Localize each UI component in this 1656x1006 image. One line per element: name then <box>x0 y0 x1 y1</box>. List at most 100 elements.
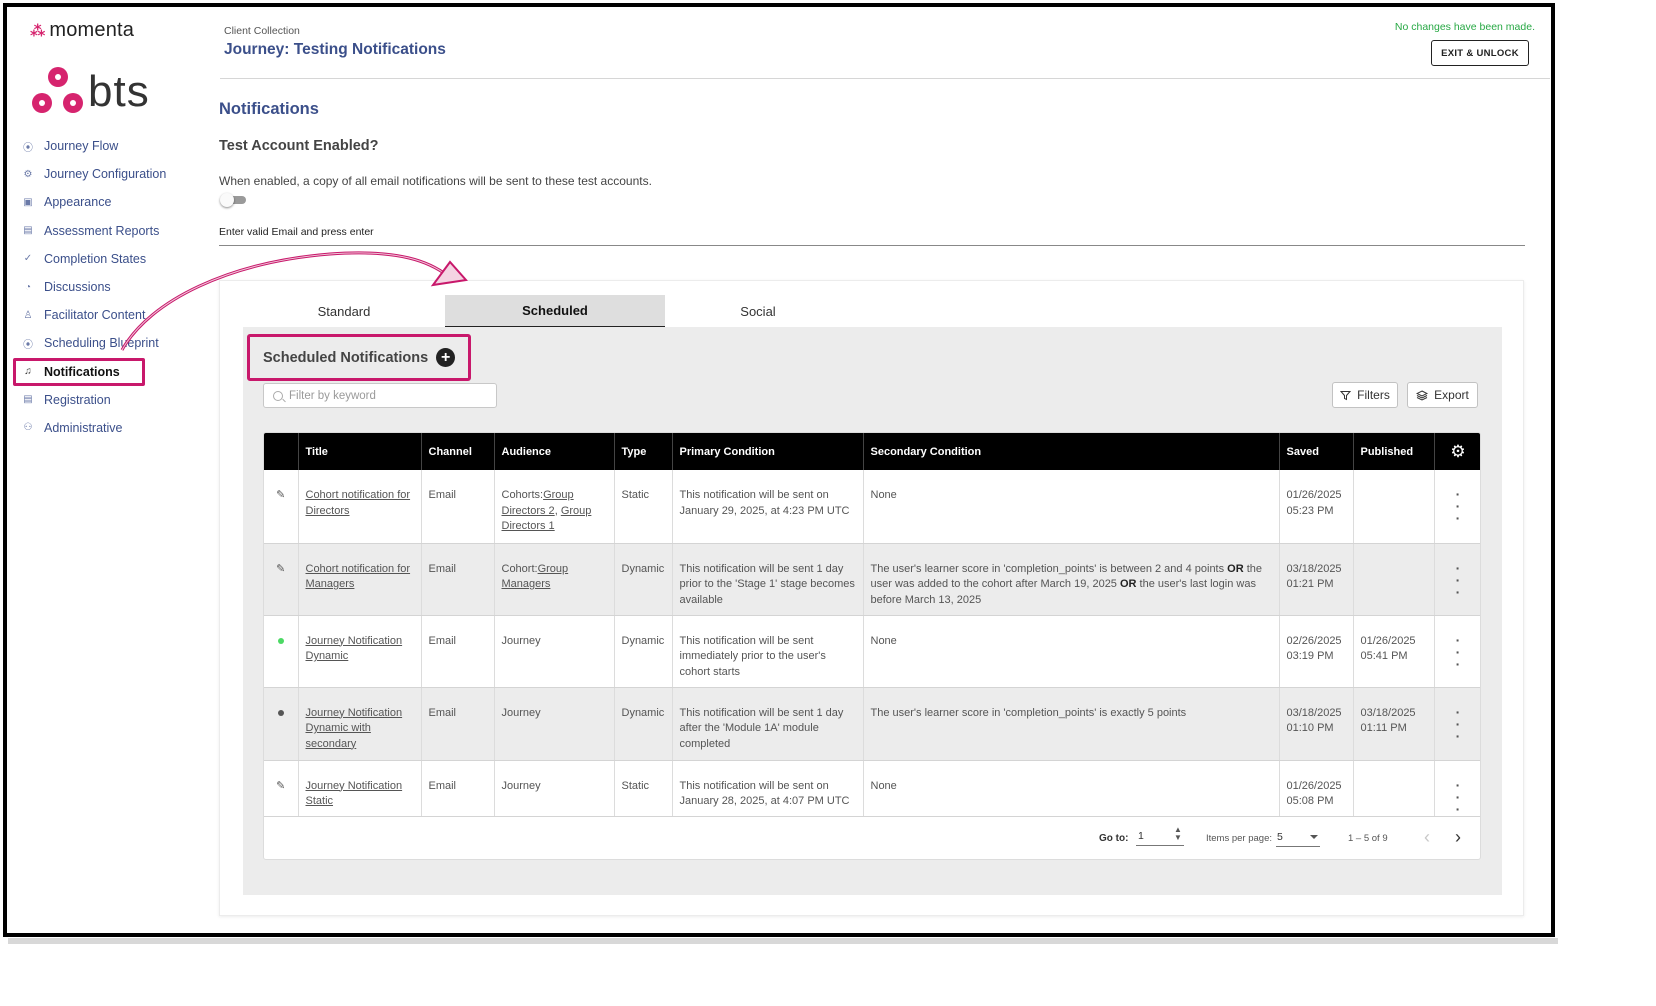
table-row[interactable]: ✎ Journey Notification Static Email Journey… <box>264 760 1480 817</box>
row-type: Static <box>614 470 673 544</box>
edit-pencil-icon[interactable]: ✎ <box>276 489 285 501</box>
test-email-input[interactable] <box>219 245 1525 246</box>
edit-pencil-icon[interactable]: ✎ <box>276 780 285 792</box>
row-title: Journey Notification Dynamic with second… <box>298 687 422 761</box>
check-circle-icon: ✓ <box>23 253 33 265</box>
saved-date: 01/26/2025 <box>1286 779 1342 792</box>
row-primary-condition: This notification will be sent 1 day pri… <box>672 543 864 616</box>
tab-standard[interactable]: Standard <box>243 295 445 328</box>
person-icon: ♙ <box>23 309 33 321</box>
location-pin-icon: ⦿ <box>23 339 33 351</box>
more-options-icon[interactable]: · · · <box>1456 486 1461 526</box>
col-published[interactable]: Published <box>1353 433 1435 470</box>
row-saved: 02/26/2025 03:19 PM <box>1279 615 1354 688</box>
col-saved[interactable]: Saved <box>1279 433 1354 470</box>
row-secondary-condition: None <box>863 615 1280 688</box>
bts-wordmark: bts <box>88 67 150 116</box>
momenta-wordmark: momenta <box>49 19 135 41</box>
row-actions[interactable]: · · · <box>1434 470 1480 544</box>
row-status[interactable]: ✎ <box>264 760 299 817</box>
table-row[interactable]: Journey Notification Dynamic Email Journey… <box>264 615 1480 688</box>
col-type[interactable]: Type <box>614 433 673 470</box>
more-options-icon[interactable]: · · · <box>1456 632 1461 672</box>
page-range: 1 – 5 of 9 <box>1348 833 1388 844</box>
notification-title-link[interactable]: Journey Notification Dynamic <box>306 635 403 663</box>
notification-title-link[interactable]: Journey Notification Static <box>306 780 403 808</box>
row-channel: Email <box>421 470 495 544</box>
sidebar-item-facilitator-content[interactable]: ♙ Facilitator Content <box>18 301 208 329</box>
row-title: Cohort notification for Managers <box>298 543 422 616</box>
sidebar-item-assessment-reports[interactable]: ▤ Assessment Reports <box>18 217 208 245</box>
row-saved: 03/18/2025 01:10 PM <box>1279 687 1354 761</box>
sidebar-item-scheduling-blueprint[interactable]: ⦿ Scheduling Blueprint <box>18 329 208 357</box>
sidebar-item-label: Journey Flow <box>44 139 119 154</box>
row-actions[interactable]: · · · <box>1434 543 1480 616</box>
keyword-filter-input[interactable] <box>289 389 489 402</box>
goto-spinner-icon[interactable]: ▲ ▼ <box>1174 826 1182 842</box>
published-time: 01:11 PM <box>1360 722 1407 734</box>
chevron-down-icon[interactable] <box>1310 835 1318 839</box>
notification-title-link[interactable]: Cohort notification for Managers <box>306 563 411 591</box>
search-icon <box>273 390 283 401</box>
row-audience: Cohort:Group Managers <box>494 543 615 616</box>
saved-date: 01/26/2025 <box>1286 489 1342 501</box>
next-page-icon[interactable]: › <box>1455 827 1461 848</box>
image-icon: ▣ <box>23 196 33 208</box>
col-channel[interactable]: Channel <box>421 433 495 470</box>
row-secondary-condition: None <box>863 760 1280 817</box>
sidebar-item-journey-flow[interactable]: ⦿ Journey Flow <box>18 132 208 160</box>
row-type: Dynamic <box>614 543 673 616</box>
more-options-icon[interactable]: · · · <box>1456 704 1461 744</box>
export-label: Export <box>1434 388 1469 402</box>
table-row[interactable]: ✎ Cohort notification for Directors Email C… <box>264 470 1480 544</box>
more-options-icon[interactable]: · · · <box>1456 777 1461 817</box>
row-published <box>1353 543 1435 616</box>
sidebar-item-registration[interactable]: ▤ Registration <box>18 386 208 414</box>
sidebar-item-journey-configuration[interactable]: ⚙ Journey Configuration <box>18 160 208 188</box>
tab-scheduled[interactable]: Scheduled <box>445 295 665 328</box>
row-status[interactable] <box>264 615 299 688</box>
test-account-toggle[interactable] <box>220 193 246 207</box>
sidebar-item-discussions[interactable]: ◔ Discussions <box>18 273 208 301</box>
notification-title-link[interactable]: Journey Notification Dynamic with second… <box>306 707 403 750</box>
sidebar-item-administrative[interactable]: ⚇ Administrative <box>18 414 208 442</box>
exit-unlock-button[interactable]: EXIT & UNLOCK <box>1431 40 1529 66</box>
scheduled-notifications-title: Scheduled Notifications <box>263 349 429 366</box>
edit-pencil-icon[interactable]: ✎ <box>276 563 285 575</box>
add-notification-icon[interactable]: + <box>436 348 456 367</box>
col-primary-condition[interactable]: Primary Condition <box>672 433 864 470</box>
document-icon: ▤ <box>23 225 33 237</box>
tab-social[interactable]: Social <box>665 295 851 328</box>
draft-status-dot-icon <box>277 709 284 716</box>
col-title[interactable]: Title <box>298 433 422 470</box>
sidebar-item-notifications[interactable]: ♫ Notifications <box>13 357 145 386</box>
row-actions[interactable]: · · · <box>1434 615 1480 688</box>
more-options-icon[interactable]: · · · <box>1456 560 1461 600</box>
prev-page-icon[interactable]: ‹ <box>1424 827 1430 848</box>
table-row[interactable]: Journey Notification Dynamic with second… <box>264 687 1480 761</box>
filters-button[interactable]: Filters <box>1332 382 1398 408</box>
sidebar-item-completion-states[interactable]: ✓ Completion States <box>18 245 208 273</box>
row-primary-condition: This notification will be sent on Januar… <box>672 760 864 817</box>
sidebar-item-label: Facilitator Content <box>44 308 146 323</box>
notification-title-link[interactable]: Cohort notification for Directors <box>306 489 411 517</box>
row-status[interactable]: ✎ <box>264 470 299 544</box>
saved-time: 05:23 PM <box>1286 504 1334 517</box>
table-row[interactable]: ✎ Cohort notification for Managers Email Co… <box>264 543 1480 616</box>
row-secondary-condition: The user's learner score in 'completion_… <box>863 543 1280 616</box>
condition-operator: OR <box>1227 562 1244 575</box>
row-saved: 01/26/2025 05:08 PM <box>1279 760 1354 817</box>
row-actions[interactable]: · · · <box>1434 687 1480 761</box>
export-button[interactable]: Export <box>1407 382 1478 408</box>
row-actions[interactable]: · · · <box>1434 760 1480 817</box>
sidebar-item-appearance[interactable]: ▣ Appearance <box>18 188 208 216</box>
paginator: Go to: 1 ▲ ▼ Items per page: 5 1 – 5 of 9… <box>263 818 1481 860</box>
row-status[interactable]: ✎ <box>264 543 299 616</box>
saved-date: 03/18/2025 <box>1286 706 1342 719</box>
column-settings-icon[interactable]: ⚙ <box>1434 433 1480 470</box>
row-audience: Journey <box>494 760 615 817</box>
row-status[interactable] <box>264 687 299 761</box>
col-audience[interactable]: Audience <box>494 433 615 470</box>
col-secondary-condition[interactable]: Secondary Condition <box>863 433 1280 470</box>
row-published: 03/18/2025 01:11 PM <box>1353 687 1435 761</box>
